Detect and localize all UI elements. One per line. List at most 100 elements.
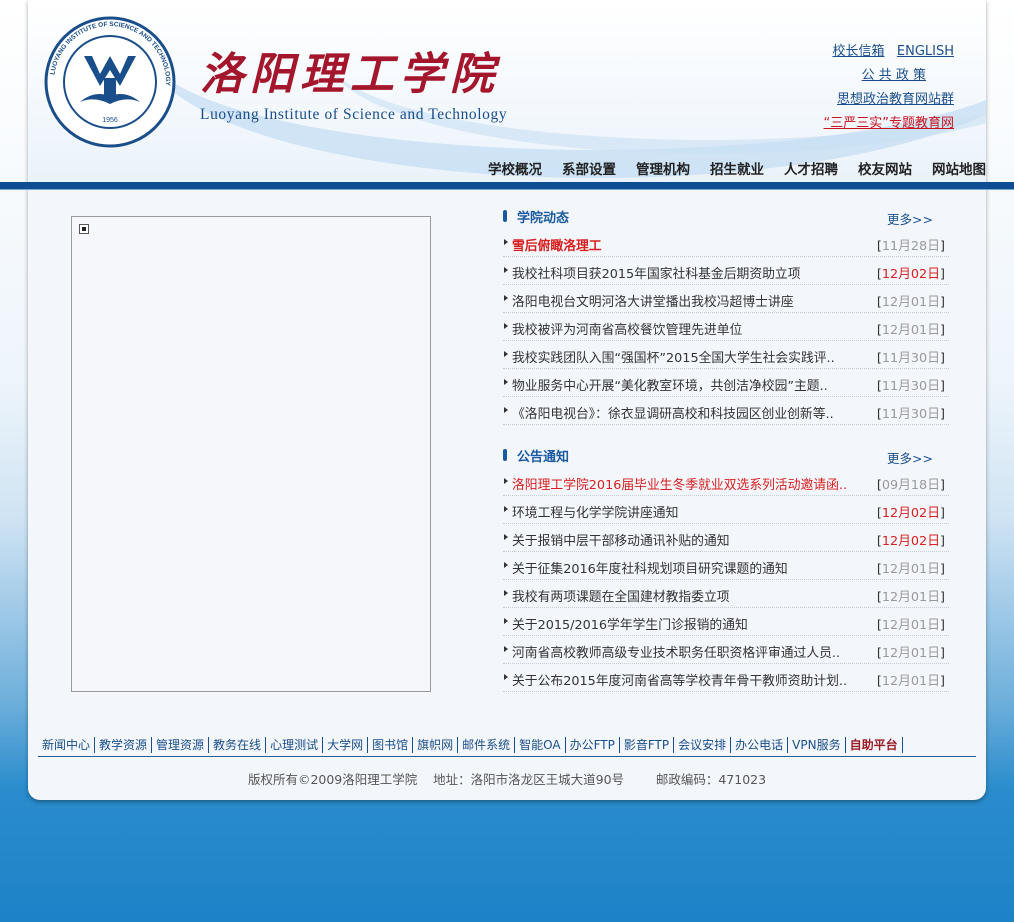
section-marker-icon [503, 449, 507, 461]
plugin-placeholder-icon [79, 224, 89, 234]
school-name-en: Luoyang Institute of Science and Technol… [200, 106, 508, 123]
bullet-arrow-icon [504, 646, 508, 652]
footer-link[interactable]: 智能OA [515, 737, 566, 753]
news-more-link[interactable]: 更多>> [887, 209, 933, 228]
nav-divider-bar [0, 182, 1014, 190]
list-item[interactable]: 我校有两项课题在全国建材教指委立项 [12月01日] [503, 580, 949, 608]
top-links: 校长信箱 ENGLISH 公 共 政 策 思想政治教育网站群 “三严三实”专题教… [824, 40, 954, 136]
politics-education-link[interactable]: 思想政治教育网站群 [837, 92, 954, 107]
bullet-arrow-icon [504, 506, 508, 512]
notices-section: 公告通知 更多>> 洛阳理工学院2016届毕业生冬季就业双选系列活动邀请函.. [… [503, 446, 949, 692]
list-item-title[interactable]: 关于报销中层干部移动通讯补贴的通知 [512, 530, 730, 549]
nav-item-alumni[interactable]: 校友网站 [848, 158, 922, 178]
list-item[interactable]: 关于报销中层干部移动通讯补贴的通知 [12月02日] [503, 524, 949, 552]
news-section: 学院动态 更多>> 雪后俯瞰洛理工 [11月28日] 我校社科项目获2015年国家社… [503, 207, 949, 425]
list-item[interactable]: 洛阳电视台文明河洛大讲堂播出我校冯超博士讲座 [12月01日] [503, 285, 949, 313]
bullet-arrow-icon [504, 239, 508, 245]
list-item-title[interactable]: 河南省高校教师高级专业技术职务任职资格评审通过人员.. [512, 642, 840, 661]
bullet-arrow-icon [504, 407, 508, 413]
footer-link[interactable]: 心理测试 [266, 737, 324, 753]
footer-link[interactable]: 管理资源 [152, 737, 210, 753]
list-item[interactable]: 关于2015/2016学年学生门诊报销的通知 [12月01日] [503, 608, 949, 636]
list-item[interactable]: 环境工程与化学学院讲座通知 [12月02日] [503, 496, 949, 524]
list-item-title[interactable]: 我校被评为河南省高校餐饮管理先进单位 [512, 319, 742, 338]
bullet-arrow-icon [504, 295, 508, 301]
list-item-title[interactable]: 我校有两项课题在全国建材教指委立项 [512, 586, 730, 605]
list-item-date: [12月02日] [876, 534, 945, 549]
list-item-title[interactable]: 我校社科项目获2015年国家社科基金后期资助立项 [512, 263, 801, 282]
footer-link[interactable]: 图书馆 [368, 737, 414, 753]
list-item-title[interactable]: 环境工程与化学学院讲座通知 [512, 502, 678, 521]
main-nav: 学校概况 系部设置 管理机构 招生就业 人才招聘 校友网站 网站地图 [478, 158, 986, 178]
list-item-date: [12月01日] [876, 295, 945, 310]
list-item[interactable]: 关于征集2016年度社科规划项目研究课题的通知 [12月01日] [503, 552, 949, 580]
footer-link[interactable]: 自助平台 [846, 737, 903, 753]
list-item-date: [12月01日] [876, 562, 945, 577]
notices-more-link[interactable]: 更多>> [887, 448, 933, 467]
list-item[interactable]: 我校实践团队入围“强国杯”2015全国大学生社会实践评.. [11月30日] [503, 341, 949, 369]
nav-item-departments[interactable]: 系部设置 [552, 158, 626, 178]
list-item[interactable]: 我校被评为河南省高校餐饮管理先进单位 [12月01日] [503, 313, 949, 341]
page-container: LUOYANG INSTITUTE OF SCIENCE AND TECHNOL… [28, 0, 986, 800]
nav-item-admissions[interactable]: 招生就业 [700, 158, 774, 178]
bullet-arrow-icon [504, 267, 508, 273]
list-item[interactable]: 《洛阳电视台》：徐衣显调研高校和科技园区创业创新等.. [11月30日] [503, 397, 949, 425]
footer-link[interactable]: 邮件系统 [458, 737, 516, 753]
english-link[interactable]: ENGLISH [897, 44, 954, 59]
footer-link[interactable]: VPN服务 [788, 737, 846, 753]
list-item-title[interactable]: 关于征集2016年度社科规划项目研究课题的通知 [512, 558, 788, 577]
nav-item-about[interactable]: 学校概况 [478, 158, 552, 178]
list-item-date: [11月28日] [876, 239, 945, 254]
bullet-arrow-icon [504, 379, 508, 385]
nav-item-sitemap[interactable]: 网站地图 [922, 158, 986, 178]
flash-slideshow[interactable] [71, 216, 431, 692]
list-item[interactable]: 雪后俯瞰洛理工 [11月28日] [503, 229, 949, 257]
list-item-date: [12月01日] [876, 618, 945, 633]
list-item-title[interactable]: 《洛阳电视台》：徐衣显调研高校和科技园区创业创新等.. [512, 403, 834, 422]
notices-list: 洛阳理工学院2016届毕业生冬季就业双选系列活动邀请函.. [09月18日] 环境工… [503, 468, 949, 692]
public-policy-link[interactable]: 公 共 政 策 [862, 68, 926, 83]
list-item-title[interactable]: 关于2015/2016学年学生门诊报销的通知 [512, 614, 748, 633]
footer-link[interactable]: 影音FTP [620, 737, 675, 753]
logo-year: 1956 [102, 117, 118, 124]
bullet-arrow-icon [504, 590, 508, 596]
list-item-title[interactable]: 我校实践团队入围“强国杯”2015全国大学生社会实践评.. [512, 347, 835, 366]
footer-link[interactable]: 教学资源 [95, 737, 153, 753]
list-item-title[interactable]: 雪后俯瞰洛理工 [512, 235, 602, 254]
news-list: 雪后俯瞰洛理工 [11月28日] 我校社科项目获2015年国家社科基金后期资助立项 [… [503, 229, 949, 425]
list-item-title[interactable]: 洛阳电视台文明河洛大讲堂播出我校冯超博士讲座 [512, 291, 794, 310]
list-item[interactable]: 物业服务中心开展“美化教室环境，共创洁净校园”主题.. [11月30日] [503, 369, 949, 397]
sanyan-sanshi-link[interactable]: “三严三实”专题教育网 [824, 116, 954, 131]
bullet-arrow-icon [504, 534, 508, 540]
footer-links: 新闻中心 教学资源 管理资源 教务在线 心理测试 大学网 图书馆 旗帜网 邮件系统 智能OA 办公F… [38, 736, 976, 757]
list-item-date: [12月01日] [876, 674, 945, 689]
list-item-date: [12月01日] [876, 323, 945, 338]
bullet-arrow-icon [504, 323, 508, 329]
bullet-arrow-icon [504, 351, 508, 357]
notices-title: 公告通知 [517, 450, 570, 465]
footer-link[interactable]: 会议安排 [674, 737, 732, 753]
notices-header: 公告通知 更多>> [503, 446, 949, 468]
list-item[interactable]: 关于公布2015年度河南省高等学校青年骨干教师资助计划.. [12月01日] [503, 664, 949, 692]
list-item[interactable]: 我校社科项目获2015年国家社科基金后期资助立项 [12月02日] [503, 257, 949, 285]
nav-item-recruitment[interactable]: 人才招聘 [774, 158, 848, 178]
list-item-title[interactable]: 物业服务中心开展“美化教室环境，共创洁净校园”主题.. [512, 375, 828, 394]
list-item-title[interactable]: 关于公布2015年度河南省高等学校青年骨干教师资助计划.. [512, 670, 847, 689]
list-item-date: [11月30日] [876, 351, 945, 366]
header: LUOYANG INSTITUTE OF SCIENCE AND TECHNOL… [28, 0, 986, 183]
bullet-arrow-icon [504, 674, 508, 680]
nav-item-admin[interactable]: 管理机构 [626, 158, 700, 178]
footer-link[interactable]: 大学网 [323, 737, 369, 753]
school-logo[interactable]: LUOYANG INSTITUTE OF SCIENCE AND TECHNOL… [44, 16, 176, 148]
footer-link[interactable]: 办公FTP [566, 737, 620, 753]
footer-link[interactable]: 教务在线 [209, 737, 267, 753]
footer-link[interactable]: 旗帜网 [413, 737, 459, 753]
list-item-title[interactable]: 洛阳理工学院2016届毕业生冬季就业双选系列活动邀请函.. [512, 474, 847, 493]
footer-link[interactable]: 新闻中心 [38, 737, 96, 753]
president-mailbox-link[interactable]: 校长信箱 [832, 44, 884, 59]
list-item-date: [12月01日] [876, 590, 945, 605]
list-item[interactable]: 河南省高校教师高级专业技术职务任职资格评审通过人员.. [12月01日] [503, 636, 949, 664]
footer-link[interactable]: 办公电话 [731, 737, 789, 753]
bullet-arrow-icon [504, 562, 508, 568]
list-item[interactable]: 洛阳理工学院2016届毕业生冬季就业双选系列活动邀请函.. [09月18日] [503, 468, 949, 496]
